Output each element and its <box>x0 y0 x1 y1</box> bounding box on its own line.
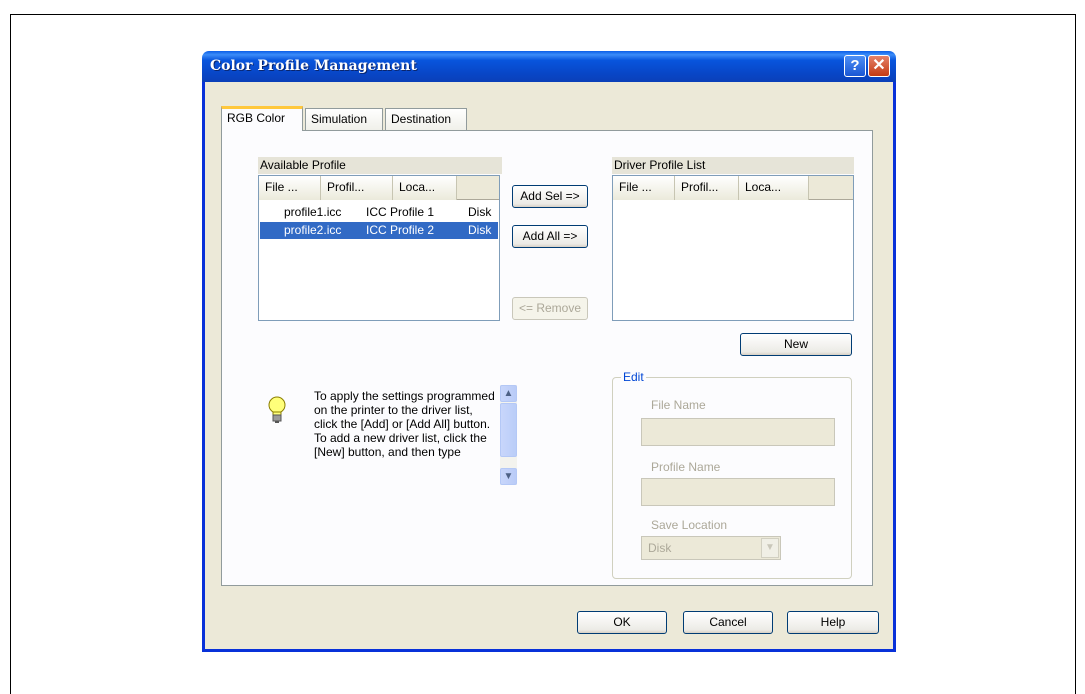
new-button[interactable]: New <box>740 333 852 356</box>
column-profile-name[interactable]: Profil... <box>321 176 393 200</box>
remove-button[interactable]: <= Remove <box>512 297 588 320</box>
available-profile-list[interactable]: File ... Profil... Loca... profile1.icc … <box>258 175 500 321</box>
edit-legend: Edit <box>621 370 646 384</box>
column-profile-name[interactable]: Profil... <box>675 176 739 200</box>
hint-scrollbar[interactable]: ▲ ▼ <box>500 385 517 485</box>
profile-name-label: Profile Name <box>651 460 721 474</box>
profile-row[interactable]: profile1.icc ICC Profile 1 Disk <box>260 204 498 221</box>
edit-group: Edit File Name Profile Name Save Locatio… <box>612 370 852 579</box>
scroll-thumb[interactable] <box>500 403 517 457</box>
tab-destination[interactable]: Destination <box>385 108 467 130</box>
column-file-name[interactable]: File ... <box>613 176 675 200</box>
row-location: Disk <box>468 205 492 219</box>
row-file: profile2.icc <box>284 223 342 237</box>
chevron-down-icon[interactable]: ▼ <box>761 538 779 558</box>
ok-button[interactable]: OK <box>577 611 667 634</box>
file-name-label: File Name <box>651 398 706 412</box>
scroll-up-icon[interactable]: ▲ <box>500 385 517 402</box>
column-location[interactable]: Loca... <box>393 176 457 200</box>
driver-profile-list[interactable]: File ... Profil... Loca... <box>612 175 854 321</box>
close-button[interactable]: ✕ <box>868 55 890 77</box>
row-profile: ICC Profile 1 <box>366 205 435 219</box>
help-title-button[interactable]: ? <box>844 55 866 77</box>
add-selected-button[interactable]: Add Sel => <box>512 185 588 208</box>
hint-text: To apply the settings programmed on the … <box>314 389 495 459</box>
row-file: profile1.icc <box>284 205 342 219</box>
file-name-field[interactable] <box>641 418 835 446</box>
available-profile-header: File ... Profil... Loca... <box>259 176 499 200</box>
column-location[interactable]: Loca... <box>739 176 809 200</box>
available-profile-label: Available Profile <box>258 157 502 174</box>
profile-name-field[interactable] <box>641 478 835 506</box>
dialog-title: Color Profile Management <box>210 58 417 74</box>
row-profile: ICC Profile 2 <box>366 223 435 237</box>
driver-profile-label: Driver Profile List <box>612 157 854 174</box>
cancel-button[interactable]: Cancel <box>683 611 773 634</box>
add-all-button[interactable]: Add All => <box>512 225 588 248</box>
profile-row-selected[interactable]: profile2.icc ICC Profile 2 Disk <box>260 222 498 239</box>
driver-profile-header: File ... Profil... Loca... <box>613 176 853 200</box>
title-bar[interactable]: Color Profile Management ? ✕ <box>202 51 896 82</box>
tab-simulation[interactable]: Simulation <box>305 108 383 130</box>
lightbulb-icon <box>266 395 288 428</box>
tab-rgb-color[interactable]: RGB Color <box>221 106 303 131</box>
save-location-select[interactable]: Disk ▼ <box>641 536 781 560</box>
tab-panel-rgb-color: Available Profile File ... Profil... Loc… <box>221 130 873 586</box>
column-file-name[interactable]: File ... <box>259 176 321 200</box>
color-profile-dialog: Color Profile Management ? ✕ RGB Color S… <box>202 51 896 652</box>
help-button[interactable]: Help <box>787 611 879 634</box>
save-location-value: Disk <box>648 541 672 555</box>
hint-panel: To apply the settings programmed on the … <box>260 385 517 485</box>
row-location: Disk <box>468 223 492 237</box>
scroll-down-icon[interactable]: ▼ <box>500 468 517 485</box>
save-location-label: Save Location <box>651 518 728 532</box>
